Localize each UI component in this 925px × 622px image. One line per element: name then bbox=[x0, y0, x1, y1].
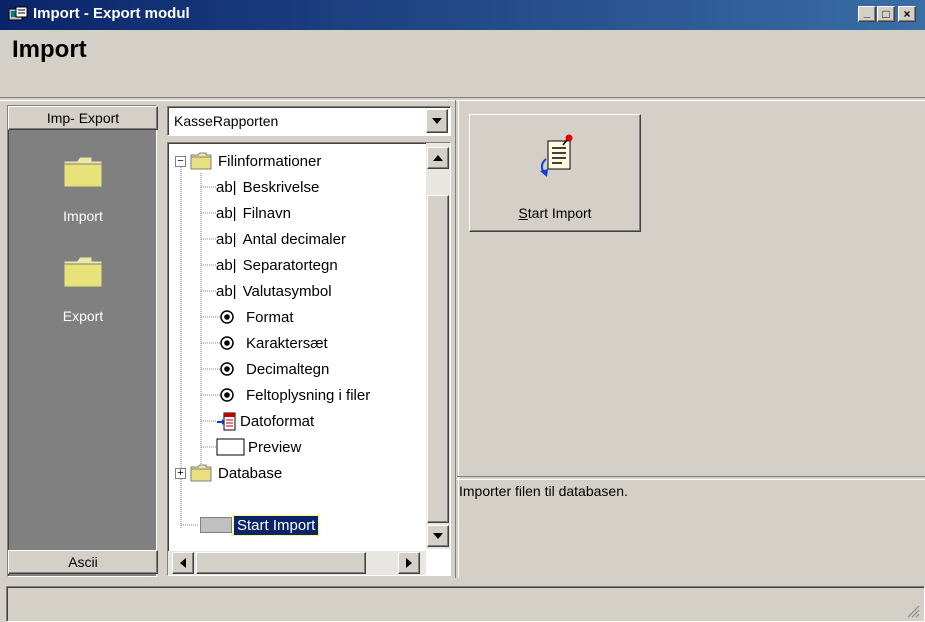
radio-icon bbox=[220, 336, 234, 350]
status-bar bbox=[6, 586, 925, 622]
arrow-right-icon bbox=[406, 558, 412, 568]
start-import-label: Start Import bbox=[518, 205, 592, 221]
tree-horizontal-scrollbar[interactable] bbox=[168, 551, 426, 575]
radio-icon bbox=[220, 362, 234, 376]
panel-divider bbox=[455, 100, 459, 578]
window-title: Import - Export modul bbox=[33, 5, 190, 22]
scroll-left-button[interactable] bbox=[172, 552, 194, 574]
close-button[interactable]: × bbox=[898, 6, 916, 22]
text-field-icon: ab| bbox=[216, 282, 237, 300]
folder-icon bbox=[190, 152, 212, 170]
scroll-right-button[interactable] bbox=[398, 552, 420, 574]
maximize-button[interactable]: □ bbox=[877, 6, 895, 22]
tree-label: Beskrivelse bbox=[242, 178, 320, 196]
tree-node-start-import[interactable]: Start Import bbox=[200, 512, 320, 538]
import-shortcut[interactable]: Import bbox=[8, 156, 158, 224]
description-text: Importer filen til databasen. bbox=[459, 483, 628, 499]
tree-view[interactable]: − Filinformationer ab| Beskrivelse ab| Fil… bbox=[167, 142, 451, 576]
tree-node-beskrivelse[interactable]: ab| Beskrivelse bbox=[216, 174, 319, 200]
tree-label: Decimaltegn bbox=[246, 360, 330, 378]
title-bar[interactable]: Import - Export modul _ □ × bbox=[0, 0, 925, 30]
tree-label: Filnavn bbox=[242, 204, 291, 222]
profile-select[interactable]: KasseRapporten bbox=[167, 106, 451, 136]
ascii-button[interactable]: Ascii bbox=[8, 550, 158, 574]
resize-grip-icon[interactable] bbox=[906, 604, 920, 618]
expand-icon[interactable]: + bbox=[175, 467, 186, 479]
tree-label: Format bbox=[246, 308, 294, 326]
text-field-icon: ab| bbox=[216, 204, 237, 222]
tree-label: Preview bbox=[248, 438, 302, 456]
tree-node-preview[interactable]: Preview bbox=[216, 434, 301, 460]
tree-node-filnavn[interactable]: ab| Filnavn bbox=[216, 200, 291, 226]
tree-label: Antal decimaler bbox=[242, 230, 346, 248]
preview-icon bbox=[216, 438, 245, 456]
arrow-left-icon bbox=[180, 558, 186, 568]
radio-icon bbox=[220, 310, 234, 324]
text-field-icon: ab| bbox=[216, 256, 237, 274]
tree-label: Database bbox=[218, 464, 283, 482]
tree-node-antal-decimaler[interactable]: ab| Antal decimaler bbox=[216, 226, 346, 252]
scroll-up-button[interactable] bbox=[427, 147, 449, 169]
tree-node-format[interactable]: Format bbox=[220, 304, 294, 330]
date-format-icon bbox=[217, 412, 236, 431]
header-divider bbox=[0, 97, 925, 101]
tree-node-decimaltegn[interactable]: Decimaltegn bbox=[220, 356, 329, 382]
minimize-icon: _ bbox=[863, 5, 871, 19]
action-icon bbox=[200, 517, 232, 533]
tree-node-datoformat[interactable]: Datoformat bbox=[216, 408, 314, 434]
import-document-icon bbox=[540, 134, 573, 177]
export-label: Export bbox=[62, 308, 104, 324]
close-icon: × bbox=[903, 7, 911, 21]
description-divider bbox=[457, 476, 925, 480]
tree-vertical-scrollbar[interactable] bbox=[426, 143, 450, 549]
tree-label: Separatortegn bbox=[242, 256, 338, 274]
tree-node-separatortegn[interactable]: ab| Separatortegn bbox=[216, 252, 338, 278]
hscroll-thumb[interactable] bbox=[196, 552, 366, 574]
scroll-thumb[interactable] bbox=[427, 195, 449, 523]
dropdown-button[interactable] bbox=[426, 109, 448, 133]
shortcut-panel: Imp- Export Import Export Ascii bbox=[7, 105, 158, 577]
app-icon bbox=[8, 6, 28, 21]
tree-label: Feltoplysning i filer bbox=[246, 386, 371, 404]
minimize-button[interactable]: _ bbox=[858, 5, 876, 22]
tree-label-selected: Start Import bbox=[232, 514, 320, 536]
chevron-down-icon bbox=[432, 118, 442, 124]
page-title: Import bbox=[12, 36, 87, 63]
folder-icon bbox=[190, 464, 212, 482]
folder-icon bbox=[63, 256, 103, 288]
import-label: Import bbox=[63, 208, 103, 224]
text-field-icon: ab| bbox=[216, 230, 237, 248]
imp-export-button[interactable]: Imp- Export bbox=[8, 106, 158, 130]
text-field-icon: ab| bbox=[216, 178, 237, 196]
maximize-icon: □ bbox=[882, 7, 890, 21]
tree-node-karaktersaet[interactable]: Karaktersæt bbox=[220, 330, 328, 356]
arrow-down-icon bbox=[433, 533, 443, 539]
scroll-down-button[interactable] bbox=[427, 525, 449, 547]
collapse-icon[interactable]: − bbox=[175, 155, 186, 167]
folder-icon bbox=[63, 156, 103, 188]
tree-label: Datoformat bbox=[240, 412, 315, 430]
tree-node-feltoplysning[interactable]: Feltoplysning i filer bbox=[220, 382, 370, 408]
tree-label: Karaktersæt bbox=[246, 334, 328, 352]
tree-node-valutasymbol[interactable]: ab| Valutasymbol bbox=[216, 278, 332, 304]
tree-node-filinformationer[interactable]: − Filinformationer bbox=[175, 148, 321, 174]
tree-label: Filinformationer bbox=[218, 152, 322, 170]
export-shortcut[interactable]: Export bbox=[8, 256, 158, 324]
start-import-button[interactable]: Start Import bbox=[469, 114, 641, 232]
tree-label: Valutasymbol bbox=[242, 282, 332, 300]
tree-node-database[interactable]: + Database bbox=[175, 460, 282, 486]
radio-icon bbox=[220, 388, 234, 402]
arrow-up-icon bbox=[433, 155, 443, 161]
profile-select-value: KasseRapporten bbox=[174, 113, 279, 129]
